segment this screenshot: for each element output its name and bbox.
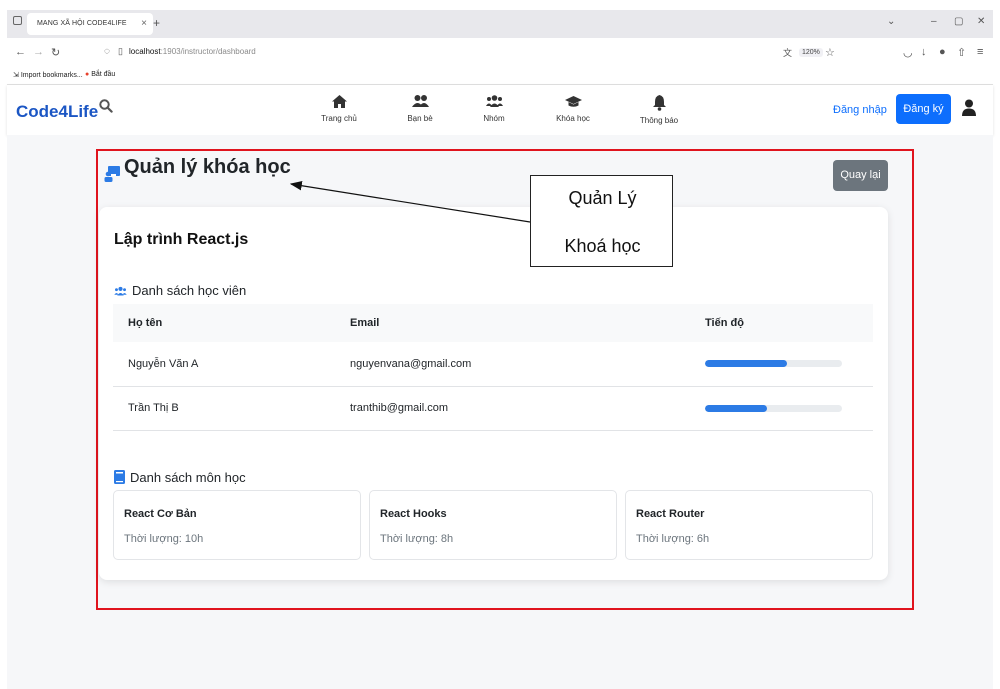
close-window-icon[interactable]: ✕ (977, 16, 985, 27)
progress-fill (705, 360, 788, 368)
nav-label-friends: Bạn bè (407, 114, 433, 123)
user-icon[interactable] (962, 99, 976, 116)
subject-card[interactable]: React Cơ Bản Thời lượng: 10h (113, 490, 361, 560)
students-heading-label: Danh sách học viên (132, 283, 247, 298)
nav-label-home: Trang chủ (321, 114, 357, 123)
nav-item-courses[interactable]: Khóa học (543, 94, 603, 123)
column-header-progress: Tiến độ (705, 317, 744, 329)
menu-icon[interactable]: ≡ (977, 46, 983, 58)
student-name: Nguyễn Văn A (128, 357, 199, 370)
tab-bar: MANG XÃ HỘI CODE4LIFE × + ⌄ – ▢ ✕ (7, 10, 993, 38)
search-icon[interactable] (99, 99, 113, 113)
subjects-list: React Cơ Bản Thời lượng: 10h React Hooks… (113, 490, 873, 560)
subjects-heading-label: Danh sách môn học (130, 470, 246, 485)
account-icon[interactable]: ● (939, 46, 946, 58)
group-icon (485, 95, 503, 107)
column-header-email: Email (350, 317, 380, 329)
annotation-callout: Quản Lý Khoá học (530, 175, 673, 267)
student-email: nguyenvana@gmail.com (350, 357, 472, 370)
restore-icon[interactable]: ▢ (954, 16, 963, 27)
star-icon[interactable]: ☆ (825, 46, 835, 59)
chevron-down-icon[interactable]: ⌄ (887, 16, 895, 27)
subject-name: React Cơ Bản (124, 508, 197, 520)
brand-logo[interactable]: Code4Life (16, 102, 98, 122)
page-title: Quản lý khóa học (124, 156, 291, 178)
bookmark-start-label: Bắt đầu (91, 71, 116, 78)
table-header-row: Họ tên Email Tiến độ (113, 304, 873, 342)
subject-name: React Hooks (380, 508, 447, 520)
bookmark-import[interactable]: ⇲ Import bookmarks... (13, 71, 83, 79)
graduation-cap-icon (564, 96, 582, 107)
subject-card[interactable]: React Hooks Thời lượng: 8h (369, 490, 617, 560)
firefox-icon: ● (85, 71, 90, 78)
nav-label-notifications: Thông báo (639, 116, 679, 125)
subject-card[interactable]: React Router Thời lượng: 6h (625, 490, 873, 560)
signup-button[interactable]: Đăng ký (896, 94, 951, 124)
bookmarks-bar: ⇲ Import bookmarks... ● Bắt đầu (7, 67, 993, 85)
subjects-heading: Danh sách môn học (114, 470, 246, 485)
subject-name: React Router (636, 508, 705, 520)
shield-icon[interactable]: ◌ (104, 46, 110, 57)
table-row: Trần Thị B tranthib@gmail.com (113, 386, 873, 430)
nav-item-notifications[interactable]: Thông báo (629, 94, 689, 125)
nav-item-groups[interactable]: Nhóm (464, 94, 524, 123)
chalkboard-icon (104, 166, 120, 182)
zoom-level[interactable]: 120% (799, 48, 823, 57)
browser-tab[interactable]: MANG XÃ HỘI CODE4LIFE × (27, 13, 153, 35)
login-link[interactable]: Đăng nhập (833, 104, 887, 116)
download-icon[interactable]: ↓ (921, 46, 927, 58)
url-host: localhost (129, 47, 161, 56)
tab-close-icon[interactable]: × (141, 18, 147, 29)
tab-tray-icon[interactable] (13, 16, 22, 25)
nav-label-courses: Khóa học (556, 114, 590, 123)
translate-icon[interactable]: 文 (783, 46, 792, 59)
tab-title: MANG XÃ HỘI CODE4LIFE (37, 20, 127, 27)
student-progress-cell (705, 342, 873, 386)
extensions-icon[interactable]: ⇧ (957, 46, 966, 59)
url-bar[interactable]: localhost:1903/instructor/dashboard (129, 47, 256, 56)
students-heading: Danh sách học viên (114, 283, 246, 298)
student-progress-cell (705, 386, 873, 430)
annotation-line-1: Quản Lý (568, 188, 637, 208)
subject-duration: Thời lượng: 10h (124, 533, 204, 545)
url-path: :1903/instructor/dashboard (160, 47, 256, 56)
students-table: Họ tên Email Tiến độ Nguyễn Văn A nguyen… (113, 304, 873, 431)
course-title: Lập trình React.js (114, 231, 249, 248)
back-button[interactable]: Quay lại (833, 160, 888, 191)
minimize-icon[interactable]: – (931, 16, 937, 27)
column-header-name: Họ tên (128, 317, 163, 329)
subject-duration: Thời lượng: 8h (380, 533, 454, 545)
forward-arrow-icon[interactable]: → (33, 46, 44, 58)
table-row: Nguyễn Văn A nguyenvana@gmail.com (113, 342, 873, 386)
progress-bar (705, 360, 842, 368)
bell-icon (652, 95, 666, 111)
page-icon: ▯ (118, 46, 123, 56)
back-arrow-icon[interactable]: ← (15, 46, 26, 58)
subject-duration: Thời lượng: 6h (636, 533, 710, 545)
nav-label-groups: Nhóm (483, 114, 505, 123)
app-header: Code4Life Trang chủ Bạn bè Nhóm Khóa học… (7, 85, 993, 135)
progress-bar (705, 404, 842, 412)
book-icon (114, 470, 125, 484)
annotation-line-2: Khoá học (564, 236, 641, 256)
browser-toolbar: ← → ↻ ◌ ▯ localhost:1903/instructor/dash… (7, 38, 993, 67)
course-card: Lập trình React.js Danh sách học viên Họ… (99, 207, 888, 580)
new-tab-button[interactable]: + (153, 16, 160, 30)
students-icon (114, 286, 127, 296)
bookmark-import-label: Import bookmarks... (20, 72, 83, 79)
student-name: Trần Thị B (128, 402, 179, 414)
progress-fill (705, 404, 767, 412)
bookmark-start[interactable]: ● Bắt đầu (85, 71, 115, 78)
friends-icon (411, 95, 429, 107)
reload-icon[interactable]: ↻ (51, 46, 60, 59)
home-icon (331, 95, 347, 108)
nav-item-friends[interactable]: Bạn bè (390, 94, 450, 123)
pocket-icon[interactable]: ◡ (903, 46, 913, 59)
nav-item-home[interactable]: Trang chủ (309, 94, 369, 123)
student-email: tranthib@gmail.com (350, 402, 448, 414)
